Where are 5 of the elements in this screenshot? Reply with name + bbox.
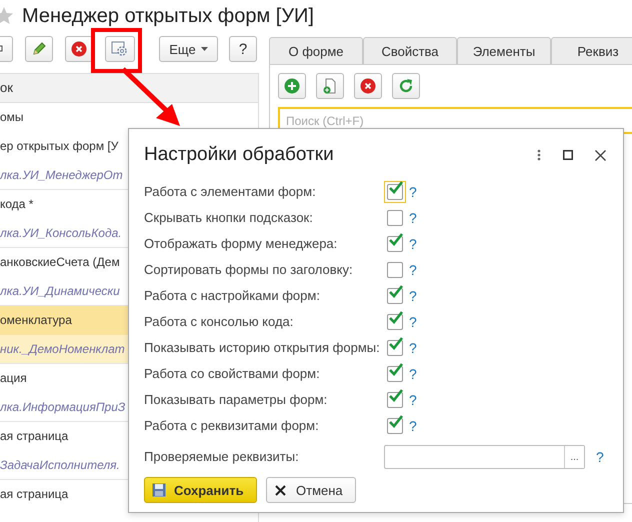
setting-label: Сортировать формы по заголовку:	[144, 261, 354, 279]
window-title: Менеджер открытых форм [УИ]	[22, 4, 314, 28]
setting-label: Работа с консолью кода:	[144, 313, 294, 331]
column-header: ок	[0, 74, 258, 103]
setting-label: Работа со свойствами форм:	[144, 365, 321, 383]
